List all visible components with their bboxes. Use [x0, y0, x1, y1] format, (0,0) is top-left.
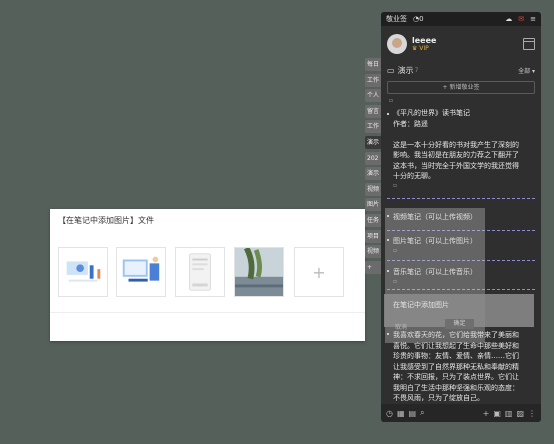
tab-personal[interactable]: 个人 [365, 89, 381, 103]
calendar-icon[interactable] [523, 38, 535, 50]
more-icon[interactable]: ⋮ [528, 409, 536, 418]
settings-icon[interactable]: ▨ [516, 409, 524, 418]
ghost-cancel-button[interactable]: 取消 [395, 322, 407, 331]
section-header: ▭ 演示 7 全部 ▾ [381, 65, 541, 76]
calendar-icon[interactable]: ▦ [397, 409, 405, 418]
tab-demo-2[interactable]: 演示 [365, 167, 381, 181]
tab-daily[interactable]: 每日 [365, 58, 381, 71]
avatar[interactable] [387, 34, 407, 54]
grid-icon[interactable]: ▣ [493, 409, 501, 418]
note-list-icon: ▭ [387, 66, 395, 75]
user-row: leeee ♛ VIP [381, 26, 541, 57]
illustration-phone-icon [188, 253, 212, 291]
layers-icon[interactable]: ▥ [505, 409, 513, 418]
image-icon: ▫ [393, 181, 398, 189]
list-icon[interactable]: ▤ [409, 409, 417, 418]
tab-task[interactable]: 任务 [365, 213, 381, 227]
search-icon[interactable]: ⌕ [420, 408, 424, 418]
tab-demo[interactable]: 演示 [365, 135, 381, 149]
panel-topbar: 敬业签 ◔ 0 ☁ ✉ ≡ [381, 12, 541, 26]
section-count: 7 [414, 67, 419, 74]
add-image-button[interactable]: + [294, 247, 344, 297]
illustration-desk-icon [122, 256, 160, 282]
new-note-button[interactable]: + 新增敬业签 [387, 81, 535, 94]
image-thumbnail-1[interactable] [58, 247, 108, 297]
menu-icon[interactable]: ≡ [530, 15, 536, 23]
illustration-people-icon [66, 261, 101, 282]
tab-video-2[interactable]: 视频 [365, 245, 381, 259]
ghost-confirm-button[interactable]: 确定 [445, 319, 474, 329]
tab-project[interactable]: 项目 [365, 229, 381, 243]
tab-work[interactable]: 工作 [365, 73, 381, 87]
tab-work-2[interactable]: 工作 [365, 120, 381, 134]
add-icon: + [312, 262, 326, 282]
note-item[interactable]: 《平凡的世界》读书笔记 作者：路遥 这是一本十分好看的书对我产生了深刻的 影响。… [387, 96, 535, 199]
ghost-title: 在笔记中添加图片 [393, 301, 449, 309]
bottom-toolbar: ◷ ▦ ▤ ⌕ + ▣ ▥ ▨ ⋮ [381, 404, 541, 422]
photo-willow-lake-icon [235, 248, 283, 296]
bullet-icon [387, 113, 389, 115]
section-name: 演示 [397, 66, 414, 75]
notification-count: 0 [419, 15, 424, 23]
app-title: 敬业签 [386, 15, 407, 23]
add-tab-button[interactable]: + [365, 260, 381, 274]
image-dialog: 【在笔记中添加图片】文件 + [50, 209, 365, 341]
tab-202[interactable]: 202 [365, 151, 381, 165]
clock-icon[interactable]: ◷ [386, 409, 393, 418]
image-thumbnail-2[interactable] [116, 247, 166, 297]
vip-badge: ♛ VIP [412, 45, 429, 52]
username: leeee [412, 36, 437, 45]
mail-icon[interactable]: ✉ [518, 15, 524, 23]
tab-video[interactable]: 视频 [365, 182, 381, 196]
add-icon[interactable]: + [483, 409, 490, 418]
dialog-divider [50, 312, 365, 313]
tab-message[interactable]: 留言 [365, 104, 381, 118]
filter-dropdown[interactable]: 全部 ▾ [518, 66, 535, 75]
image-thumbnail-3[interactable] [175, 247, 225, 297]
tab-image[interactable]: 图片 [365, 198, 381, 212]
category-tabs: 每日 工作 个人 留言 工作 演示 202 演示 视频 图片 任务 项目 视频 … [365, 58, 381, 276]
dialog-title: 【在笔记中添加图片】文件 [58, 216, 154, 225]
image-thumbnail-4[interactable] [234, 247, 284, 297]
cloud-icon[interactable]: ☁ [505, 15, 512, 23]
